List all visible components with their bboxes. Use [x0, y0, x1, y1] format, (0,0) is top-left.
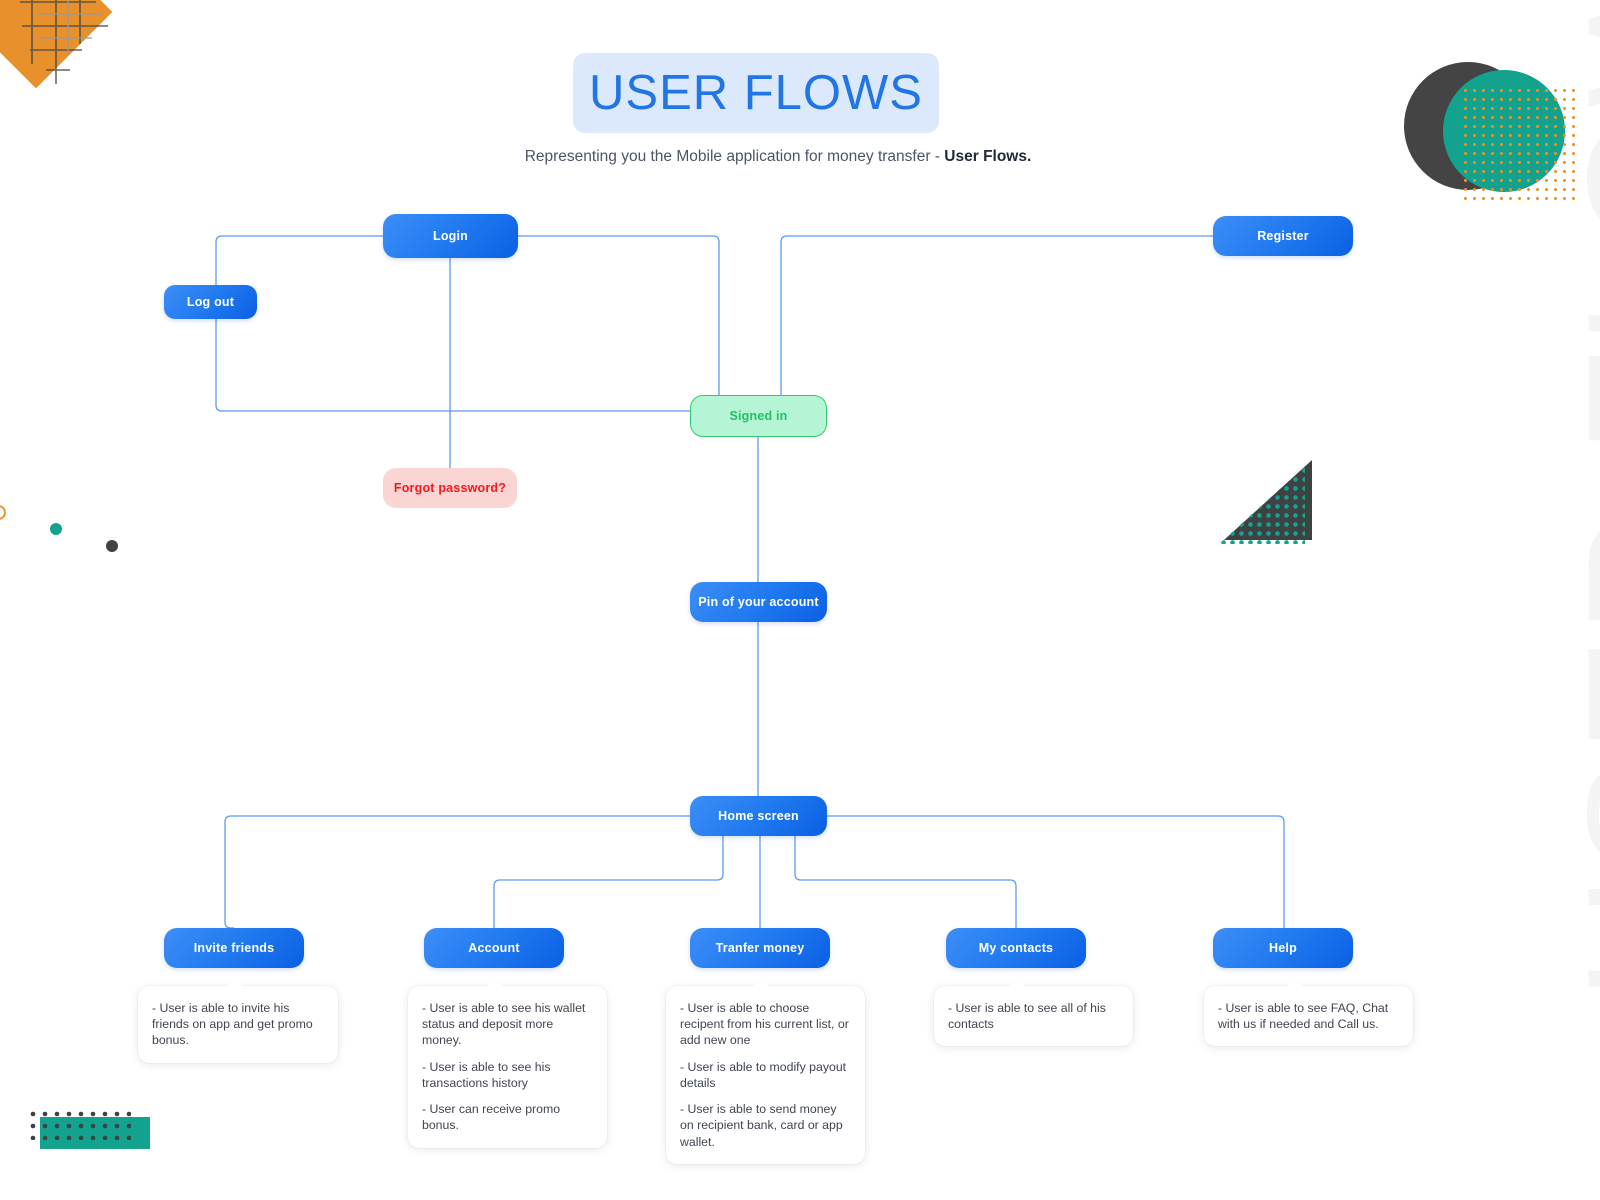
user-flow-diagram-canvas: USER FLOW USER FLOWS Representing you th… [0, 0, 1600, 1200]
node-register[interactable]: Register [1213, 216, 1353, 256]
node-invite-friends[interactable]: Invite friends [164, 928, 304, 968]
node-signed-in[interactable]: Signed in [690, 395, 827, 437]
callout-my-contacts: - User is able to see all of his contact… [934, 986, 1133, 1047]
node-pin-of-your-account[interactable]: Pin of your account [690, 582, 827, 622]
node-log-out[interactable]: Log out [164, 285, 257, 319]
callout-line: - User is able to see his transactions h… [422, 1059, 551, 1090]
callout-line: - User is able to modify payout details [680, 1059, 847, 1090]
callout-line: - User is able to see his wallet status … [422, 1001, 586, 1048]
callout-transfer-money: - User is able to choose recipent from h… [666, 986, 865, 1164]
callout-line: - User is able to see FAQ, Chat with us … [1218, 1001, 1389, 1032]
callout-account: - User is able to see his wallet status … [408, 986, 607, 1148]
callout-line: - User is able to see all of his contact… [948, 1001, 1106, 1032]
node-transfer-money[interactable]: Tranfer money [690, 928, 830, 968]
callout-line: - User is able to choose recipent from h… [680, 1001, 849, 1048]
node-login[interactable]: Login [383, 214, 518, 258]
node-account[interactable]: Account [424, 928, 564, 968]
callout-help: - User is able to see FAQ, Chat with us … [1204, 986, 1413, 1047]
callout-line: - User is able to invite his friends on … [152, 1001, 313, 1048]
node-my-contacts[interactable]: My contacts [946, 928, 1086, 968]
callout-line: - User can receive promo bonus. [422, 1102, 561, 1133]
callout-line: - User is able to send money on recipien… [680, 1102, 843, 1149]
node-home-screen[interactable]: Home screen [690, 796, 827, 836]
node-help[interactable]: Help [1213, 928, 1353, 968]
callout-invite-friends: - User is able to invite his friends on … [138, 986, 338, 1063]
node-forgot-password[interactable]: Forgot password? [383, 468, 517, 508]
